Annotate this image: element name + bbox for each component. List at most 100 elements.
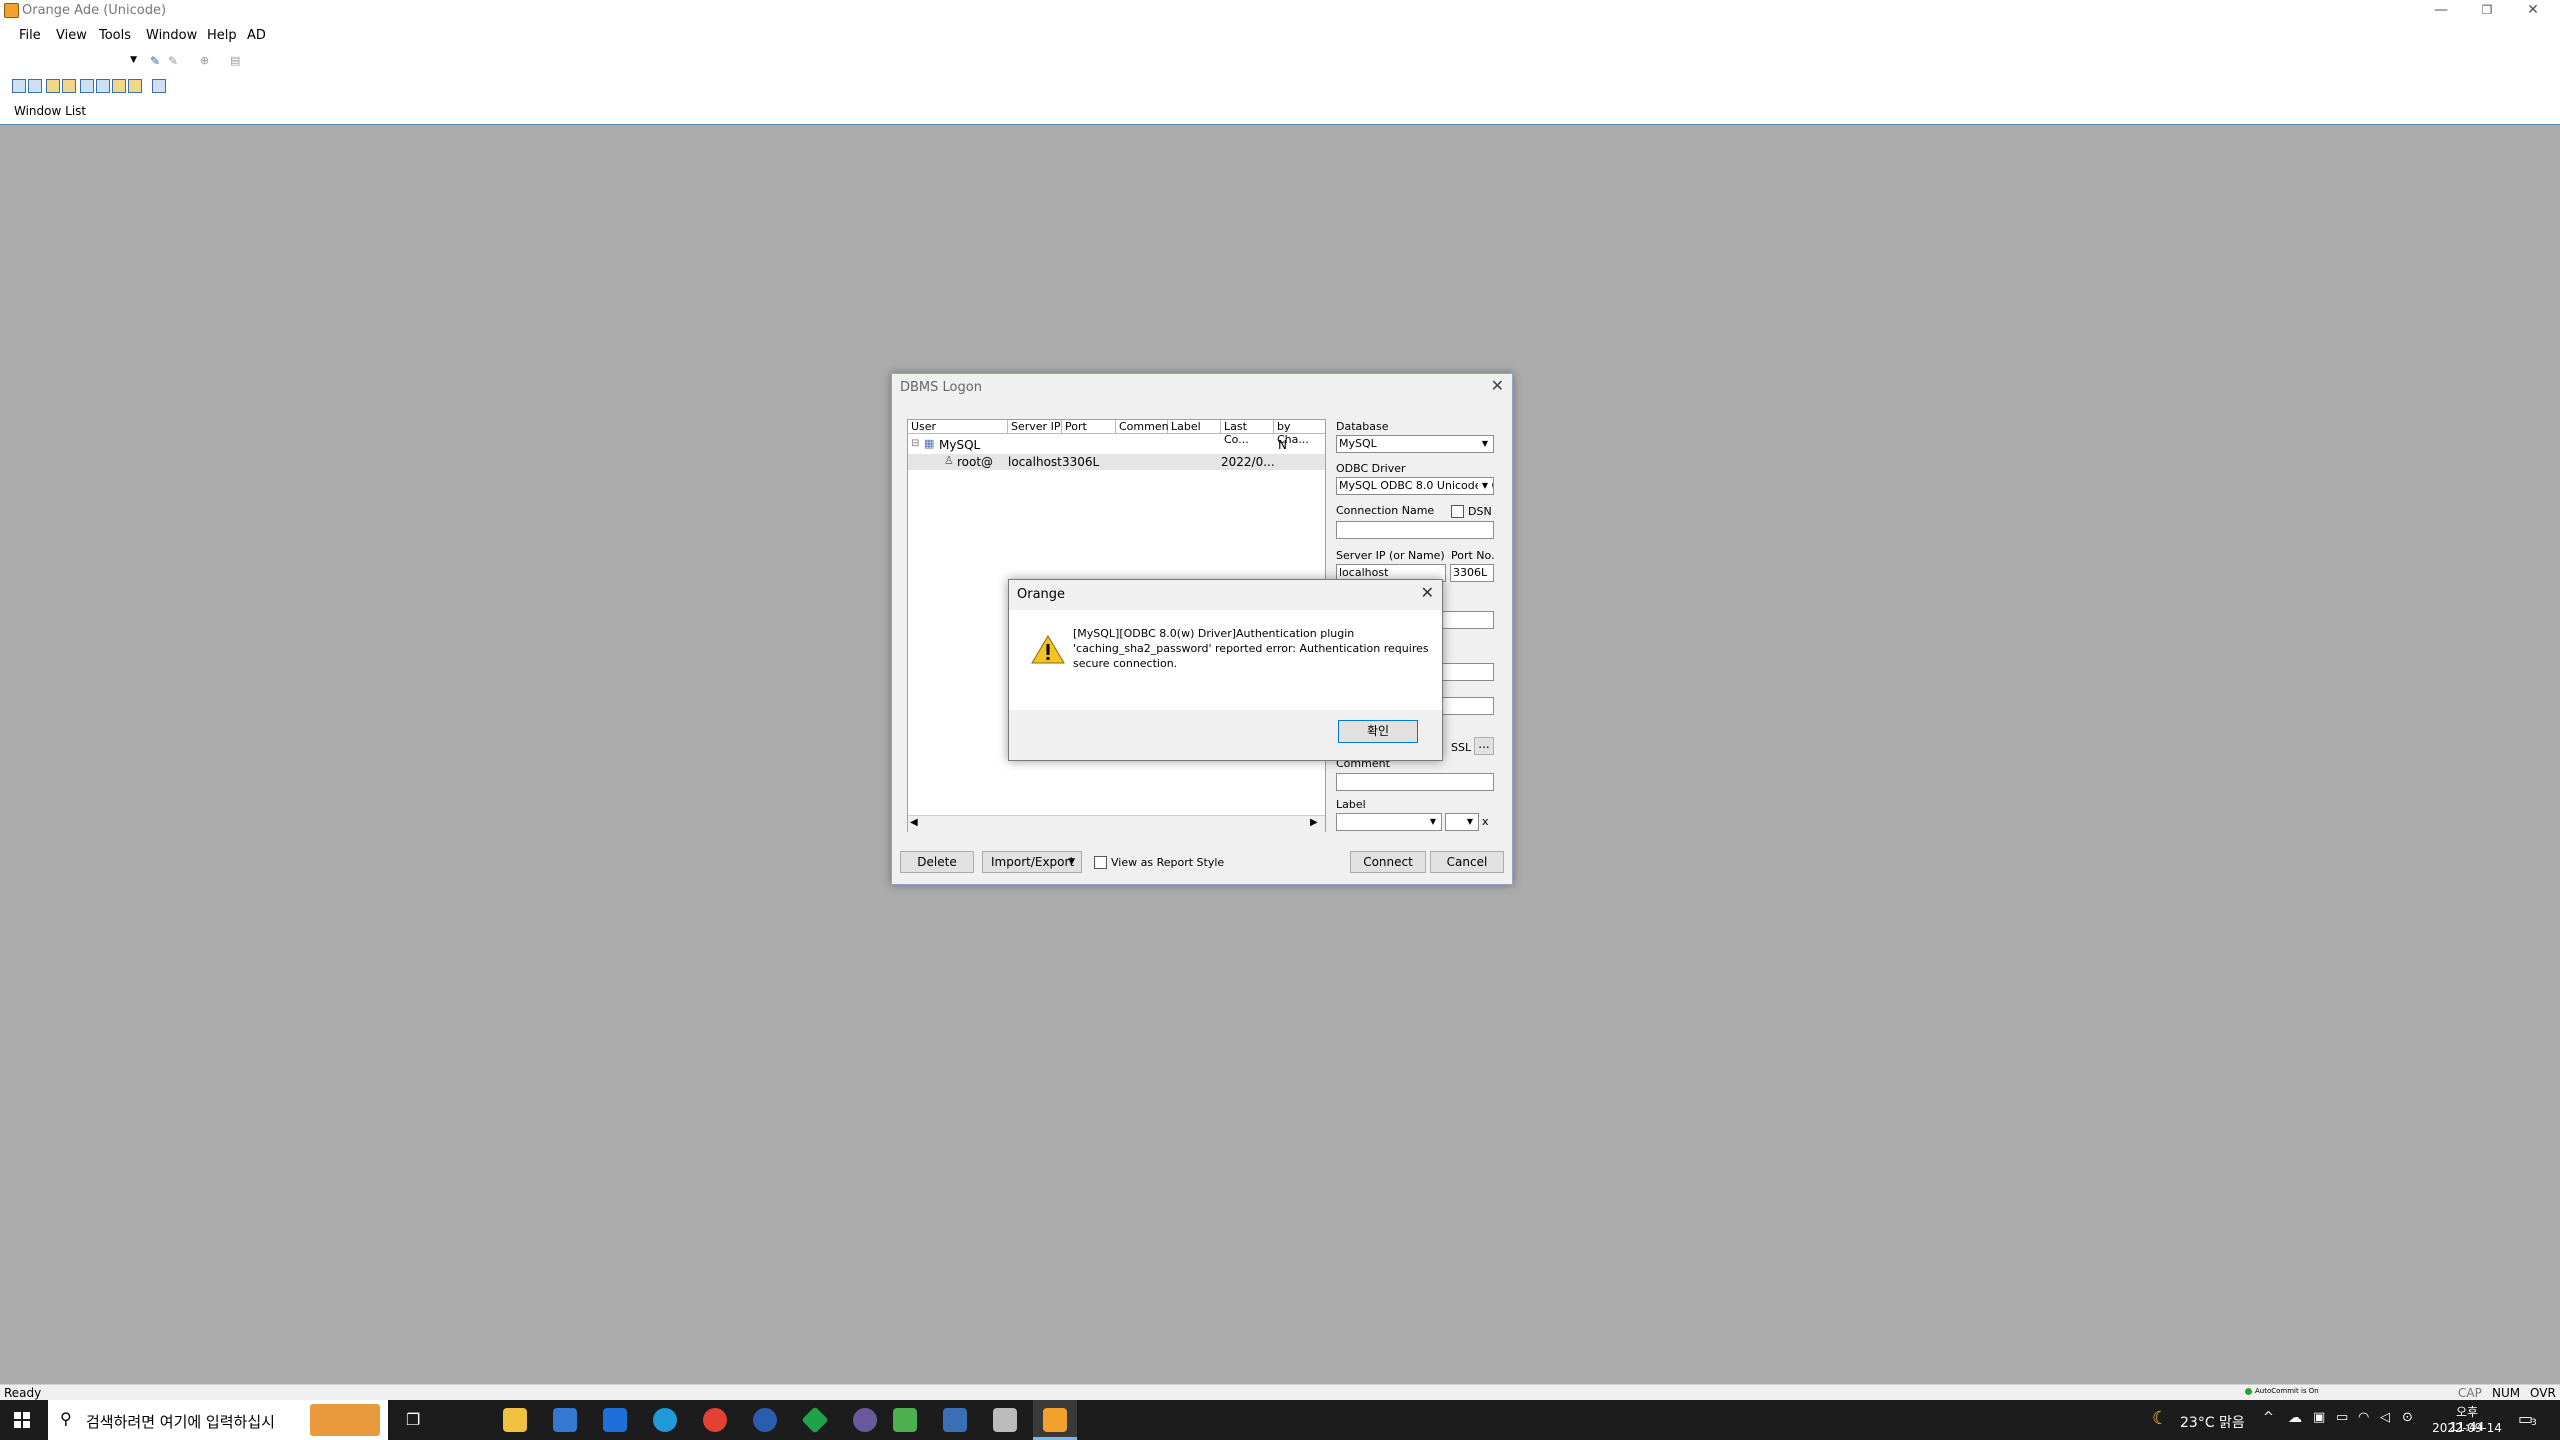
tool-icon-4[interactable] <box>62 79 76 93</box>
windows-start-icon[interactable] <box>14 1412 30 1428</box>
scroll-right-icon[interactable]: ▶ <box>1310 817 1318 828</box>
disconnect-icon[interactable]: ✎ <box>168 54 178 68</box>
server-ip-label: Server IP (or Name) <box>1336 549 1445 562</box>
minimize-icon[interactable]: — <box>2418 0 2464 22</box>
port-input[interactable]: 3306L <box>1450 564 1494 582</box>
tool-icon-7[interactable] <box>112 79 126 93</box>
dsn-checkbox[interactable] <box>1451 505 1464 518</box>
column-header-port[interactable]: Port <box>1062 420 1116 434</box>
window-list-label[interactable]: Window List <box>14 104 86 118</box>
notification-count: 3 <box>2531 1418 2537 1428</box>
volume-icon[interactable]: ◁ <box>2380 1410 2390 1425</box>
battery-icon[interactable]: ▭ <box>2336 1410 2348 1425</box>
chevron-down-icon[interactable]: ▼ <box>1426 815 1440 829</box>
toolbar-connection: ▼ ✎ ✎ ⊕ ▤ <box>0 50 2560 74</box>
label-color-select[interactable]: ▼ <box>1445 813 1479 831</box>
menu-tools[interactable]: Tools <box>99 28 131 43</box>
column-header-last-connect[interactable]: Last Co... <box>1221 420 1274 446</box>
tool-icon-6[interactable] <box>96 79 110 93</box>
menu-view[interactable]: View <box>56 28 87 43</box>
search-highlight-image <box>310 1404 380 1436</box>
tool-icon-8[interactable] <box>128 79 142 93</box>
tray-app-icon[interactable]: ▣ <box>2313 1410 2325 1425</box>
clock-date[interactable]: 2022-09-14 <box>2432 1421 2502 1435</box>
database-select[interactable]: MySQL ▼ <box>1336 435 1494 453</box>
ok-button[interactable]: 확인 <box>1338 720 1418 743</box>
column-header-server-ip[interactable]: Server IP <box>1008 420 1062 434</box>
horizontal-scrollbar[interactable]: ◀ ▶ <box>908 815 1325 832</box>
report-style-checkbox[interactable] <box>1094 856 1107 869</box>
collapse-icon[interactable]: ⊟ <box>911 438 919 449</box>
row-server: localhost <box>1008 455 1062 469</box>
edge-icon[interactable] <box>653 1408 677 1432</box>
label-clear-button[interactable]: x <box>1482 815 1489 828</box>
comment-input[interactable] <box>1336 773 1494 791</box>
table-row[interactable]: ♙ root@ localhost 3306L 2022/0... <box>908 454 1325 470</box>
vscode-icon[interactable] <box>943 1408 967 1432</box>
status-bar: Ready AutoCommit is On CAP NUM OVR <box>0 1384 2560 1401</box>
eclipse-icon[interactable] <box>853 1408 877 1432</box>
database-icon[interactable]: ▤ <box>230 54 240 67</box>
tool-icon-1[interactable] <box>12 79 26 93</box>
mail-icon[interactable] <box>603 1408 627 1432</box>
tree-group-mysql[interactable]: MySQL <box>939 438 980 452</box>
dsn-label: DSN <box>1468 505 1492 518</box>
connection-name-input[interactable] <box>1336 521 1494 539</box>
toolbar-tools <box>0 74 2560 98</box>
cloud-icon[interactable]: ☁ <box>2288 1410 2302 1426</box>
taskbar-search-box[interactable]: ⚲ 검색하려면 여기에 입력하십시 <box>48 1400 388 1440</box>
git-app-icon[interactable] <box>801 1406 829 1434</box>
ssl-label: SSL <box>1451 741 1472 754</box>
search-icon: ⚲ <box>60 1409 72 1428</box>
odbc-driver-label: ODBC Driver <box>1336 462 1406 475</box>
delete-button[interactable]: Delete <box>900 851 974 873</box>
menu-file[interactable]: File <box>19 28 41 43</box>
connection-name-label: Connection Name <box>1336 504 1435 517</box>
column-header-label[interactable]: Label <box>1168 420 1221 434</box>
menu-window[interactable]: Window <box>146 28 197 43</box>
import-export-button[interactable]: Import/Export ▼ <box>982 851 1082 873</box>
alert-message-line-2: 'caching_sha2_password' reported error: … <box>1073 642 1429 655</box>
tool-icon-5[interactable] <box>80 79 94 93</box>
connection-combo[interactable]: ▼ <box>10 52 140 72</box>
chevron-down-icon[interactable]: ▼ <box>1478 437 1492 451</box>
word-app-icon[interactable] <box>753 1408 777 1432</box>
task-view-icon[interactable]: ❐ <box>406 1410 420 1429</box>
language-icon[interactable]: ⊙ <box>2402 1410 2413 1425</box>
file-explorer-icon[interactable] <box>503 1408 527 1432</box>
ssl-options-button[interactable]: ... <box>1474 737 1494 755</box>
orange-app-taskbar-button[interactable] <box>1033 1400 1077 1440</box>
weather-text[interactable]: 23°C 맑음 <box>2180 1412 2245 1432</box>
tool-icon-3[interactable] <box>46 79 60 93</box>
tray-chevron-icon[interactable]: ^ <box>2263 1410 2274 1425</box>
tool-icon-9[interactable] <box>152 79 166 93</box>
close-icon[interactable]: ✕ <box>1421 583 1434 602</box>
notepad-icon[interactable] <box>893 1408 917 1432</box>
chevron-down-icon[interactable]: ▼ <box>1463 815 1477 829</box>
connect-button[interactable]: Connect <box>1350 851 1426 873</box>
close-icon[interactable]: ✕ <box>1491 376 1504 395</box>
app-title: Orange Ade (Unicode) <box>22 3 167 18</box>
chrome-icon[interactable] <box>703 1408 727 1432</box>
report-style-label: View as Report Style <box>1111 856 1225 869</box>
wifi-icon[interactable]: ◠ <box>2358 1410 2369 1425</box>
restore-icon[interactable]: ❐ <box>2464 0 2510 22</box>
label-select[interactable]: ▼ <box>1336 813 1442 831</box>
chevron-down-icon[interactable]: ▼ <box>1478 479 1492 493</box>
close-icon[interactable]: ✕ <box>2510 0 2556 22</box>
transaction-icon[interactable]: ⊕ <box>200 54 209 67</box>
column-header-user[interactable]: User <box>908 420 1008 434</box>
database-app-icon[interactable] <box>993 1408 1017 1432</box>
column-header-comment[interactable]: Comment <box>1116 420 1173 434</box>
menu-ad[interactable]: AD <box>247 28 266 43</box>
store-icon[interactable] <box>553 1408 577 1432</box>
menu-help[interactable]: Help <box>207 28 237 43</box>
alert-message-line-1: [MySQL][ODBC 8.0(w) Driver]Authenticatio… <box>1073 627 1355 640</box>
odbc-driver-select[interactable]: MySQL ODBC 8.0 Unicode Dr ▼ <box>1336 477 1494 495</box>
cap-indicator: CAP <box>2458 1386 2482 1400</box>
scroll-left-icon[interactable]: ◀ <box>910 817 918 828</box>
tool-icon-2[interactable] <box>28 79 42 93</box>
connect-icon[interactable]: ✎ <box>150 54 160 68</box>
column-header-by-change[interactable]: by Cha... <box>1274 420 1325 446</box>
cancel-button[interactable]: Cancel <box>1430 851 1504 873</box>
